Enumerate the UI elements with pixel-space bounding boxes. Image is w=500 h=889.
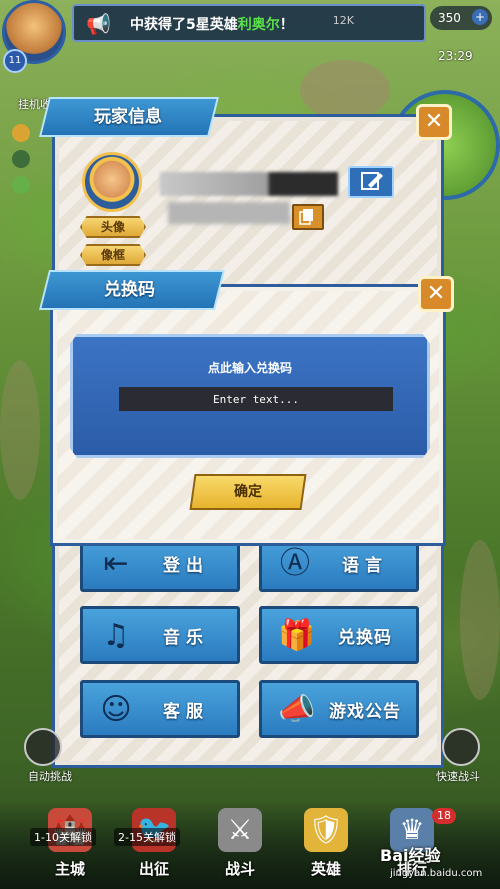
watermark-url: jingyan.baidu.com (390, 868, 483, 879)
nav-battle[interactable]: ⚔ 战斗 (200, 808, 280, 888)
player-info-tab: 玩家信息 (39, 97, 219, 137)
megaphone-icon: 📣 (278, 692, 316, 727)
nav-main-city[interactable]: 🏰 主城 (30, 808, 110, 888)
nav-heroes[interactable]: 🛡 英雄 (286, 808, 366, 888)
player-portrait[interactable] (82, 152, 142, 212)
gift-icon: 🎁 (278, 618, 316, 653)
resource-count: 12K (332, 14, 354, 27)
frame-button[interactable]: 像框 (80, 244, 146, 266)
quick-battle-button[interactable] (442, 728, 480, 766)
exp-icon[interactable] (12, 150, 30, 168)
language-icon: Ⓐ (280, 546, 310, 581)
music-icon: ♫ (102, 618, 130, 653)
copy-id-button[interactable] (292, 204, 324, 230)
code-entry-box[interactable]: 点此输入兑换码 (70, 334, 430, 458)
logout-icon: ⇤ (103, 546, 129, 581)
gem-counter: 350 + (430, 6, 492, 30)
player-name-blurred (160, 172, 338, 196)
notification-badge: 18 (432, 808, 456, 824)
confirm-button[interactable]: 确定 (189, 474, 307, 510)
code-entry-prompt: 点此输入兑换码 (207, 361, 292, 375)
auto-battle-label: 自动挑战 (28, 770, 72, 783)
edit-icon (361, 172, 383, 190)
lock-label-2: 2-15关解锁 (114, 828, 180, 846)
quick-battle-label: 快速战斗 (436, 770, 480, 783)
edit-name-button[interactable] (348, 166, 394, 198)
potion-icon[interactable] (12, 176, 30, 194)
watermark: Bai经验 (380, 846, 441, 865)
support-icon: ☺ (100, 692, 132, 727)
horn-icon: 📢 (86, 12, 111, 36)
customer-service-button[interactable]: ☺ 客服 (80, 680, 240, 738)
auto-battle-button[interactable] (24, 728, 62, 766)
redeem-code-button[interactable]: 🎁 兑换码 (259, 606, 419, 664)
announcement-ticker: 📢 中获得了5星英雄利奥尔！ 12K (72, 4, 426, 42)
crossed-swords-icon: ⚔ (218, 808, 262, 852)
hero-icon: 🛡 (304, 808, 348, 852)
ticker-message: 中获得了5星英雄利奥尔！ (130, 17, 294, 33)
player-id-blurred (168, 202, 290, 224)
nav-expedition[interactable]: 🐦 出征 (114, 808, 194, 888)
redeem-code-tab: 兑换码 (39, 270, 225, 310)
lock-label-1: 1-10关解锁 (30, 828, 96, 846)
coin-icon[interactable] (12, 124, 30, 142)
close-player-info-button[interactable]: ✕ (416, 104, 452, 140)
close-redeem-button[interactable]: ✕ (418, 276, 454, 312)
music-button[interactable]: ♫ 音乐 (80, 606, 240, 664)
add-gems-button[interactable]: + (472, 9, 488, 25)
copy-icon (299, 209, 313, 225)
clock: 23:29 (438, 49, 473, 63)
redeem-code-input[interactable] (119, 387, 393, 411)
game-announcement-button[interactable]: 📣 游戏公告 (259, 680, 419, 738)
player-level-badge: 11 (3, 49, 27, 73)
avatar-button[interactable]: 头像 (80, 216, 146, 238)
